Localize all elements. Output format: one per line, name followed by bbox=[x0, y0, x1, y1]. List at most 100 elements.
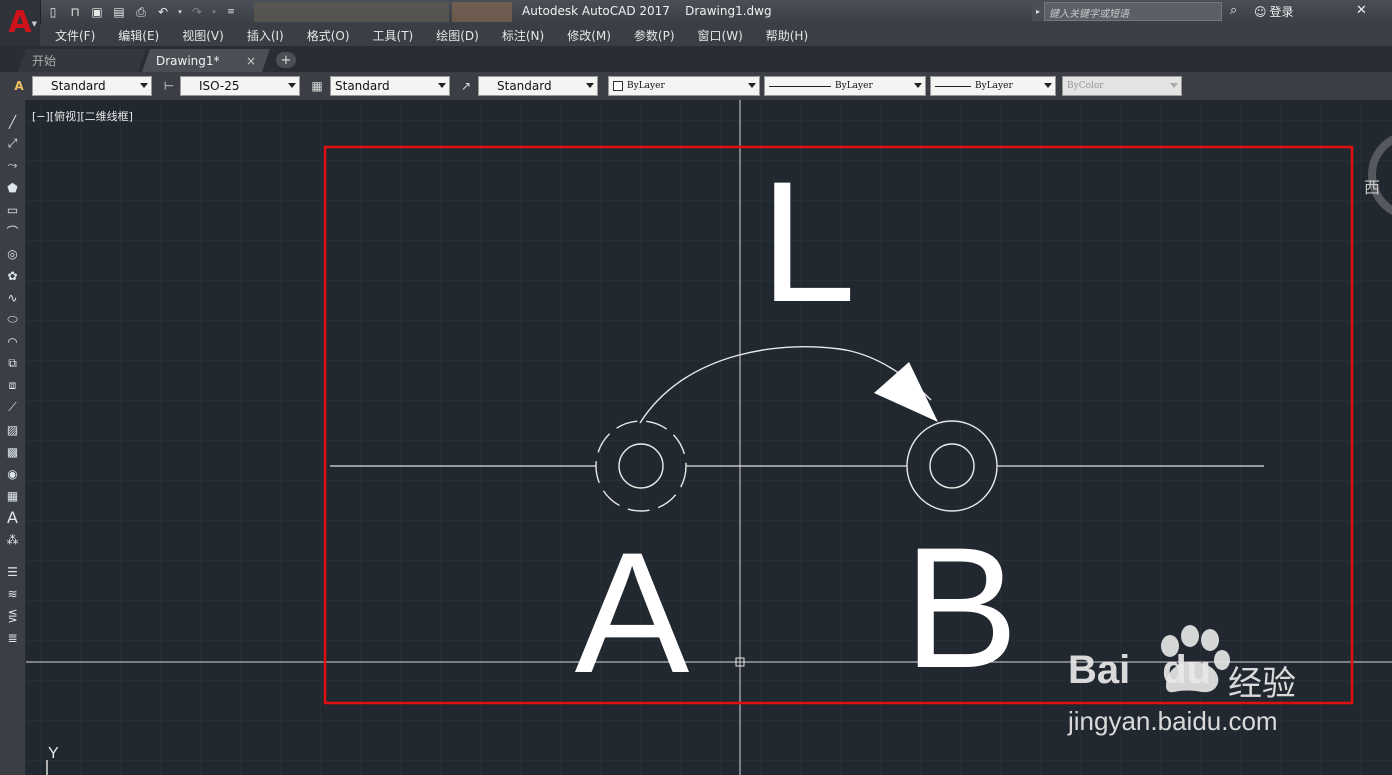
lineweight-select[interactable]: ByLayer bbox=[930, 76, 1056, 96]
circle-icon[interactable]: ◎ bbox=[3, 244, 22, 263]
gradient-icon[interactable]: ▩ bbox=[3, 442, 22, 461]
chevron-down-icon: ▼ bbox=[31, 20, 37, 28]
dim-style-value: ISO-25 bbox=[199, 79, 240, 93]
ellipse-arc-icon[interactable]: ◠ bbox=[3, 332, 22, 351]
menu-tools[interactable]: 工具(T) bbox=[373, 27, 414, 44]
user-icon: ☺ bbox=[1254, 4, 1267, 19]
polygon-icon[interactable]: ⬟ bbox=[3, 178, 22, 197]
menu-bar: 文件(F) 编辑(E) 视图(V) 插入(I) 格式(O) 工具(T) 绘图(D… bbox=[40, 24, 1392, 46]
undo-dropdown-icon[interactable]: ▾ bbox=[176, 3, 184, 21]
new-tab-button[interactable]: + bbox=[276, 52, 296, 68]
watermark-bai: Bai bbox=[1068, 648, 1131, 692]
tab-drawing1[interactable]: Drawing1* × bbox=[142, 49, 270, 72]
menu-dimension[interactable]: 标注(N) bbox=[502, 27, 544, 44]
table-icon[interactable]: ▦ bbox=[3, 486, 22, 505]
table-style-value: Standard bbox=[335, 79, 390, 93]
linetype-select[interactable]: ByLayer bbox=[764, 76, 926, 96]
save-icon[interactable]: ▣ bbox=[88, 3, 106, 21]
menu-format[interactable]: 格式(O) bbox=[307, 27, 350, 44]
linetype-value: ByLayer bbox=[835, 81, 873, 91]
plot-style-value: ByColor bbox=[1067, 81, 1104, 91]
taskbar-blur bbox=[254, 2, 449, 22]
lineweight-value: ByLayer bbox=[975, 81, 1013, 91]
baidu-watermark-url: jingyan.baidu.com bbox=[1068, 706, 1278, 736]
print-icon[interactable]: ⎙ bbox=[132, 3, 150, 21]
tab-start-label: 开始 bbox=[32, 54, 57, 68]
close-tab-icon[interactable]: × bbox=[246, 54, 256, 68]
spline-icon[interactable]: ∿ bbox=[3, 288, 22, 307]
file-tab-bar: 开始 Drawing1* × bbox=[0, 46, 1392, 72]
table-style-select[interactable]: Standard bbox=[330, 76, 450, 96]
binoculars-icon[interactable]: ⌕ bbox=[1230, 3, 1237, 18]
insert-block-icon[interactable]: ⧉ bbox=[3, 354, 22, 373]
construction-line-icon[interactable]: ⤢ bbox=[3, 134, 22, 153]
customize-qat-icon[interactable]: ≡ bbox=[222, 3, 240, 21]
hatch-icon[interactable]: ▨ bbox=[3, 420, 22, 439]
open-folder-icon[interactable]: ⊓ bbox=[66, 3, 84, 21]
baidu-paw-icon bbox=[1161, 625, 1230, 693]
multileader-style-select[interactable]: Standard bbox=[478, 76, 598, 96]
window-title: Autodesk AutoCAD 2017 Drawing1.dwg bbox=[522, 4, 772, 18]
linetype-preview bbox=[769, 85, 831, 87]
line-icon[interactable]: ╱ bbox=[3, 112, 22, 131]
make-block-icon[interactable]: ⧈ bbox=[3, 376, 22, 395]
region-icon[interactable]: ◉ bbox=[3, 464, 22, 483]
sign-in-label: 登录 bbox=[1269, 5, 1294, 19]
menu-insert[interactable]: 插入(I) bbox=[247, 27, 284, 44]
layer-isolate-icon[interactable]: ≣ bbox=[3, 628, 22, 647]
multileader-style-icon[interactable]: ↗ bbox=[457, 77, 475, 95]
menu-help[interactable]: 帮助(H) bbox=[766, 27, 808, 44]
quick-access-toolbar: ▯ ⊓ ▣ ▤ ⎙ ↶ ▾ ↷ ▾ ≡ bbox=[44, 2, 240, 22]
title-bar: ▯ ⊓ ▣ ▤ ⎙ ↶ ▾ ↷ ▾ ≡ Autodesk AutoCAD 201… bbox=[0, 0, 1392, 24]
dim-style-icon[interactable]: ⊢ bbox=[160, 77, 178, 95]
sign-in-button[interactable]: ☺ 登录 bbox=[1254, 3, 1294, 20]
arc-icon[interactable]: ⌒ bbox=[3, 222, 22, 241]
menu-parametric[interactable]: 参数(P) bbox=[634, 27, 675, 44]
ucs-y-label: Y bbox=[48, 745, 59, 762]
dim-style-select[interactable]: ISO-25 bbox=[180, 76, 300, 96]
new-file-icon[interactable]: ▯ bbox=[44, 3, 62, 21]
label-a: A bbox=[575, 517, 690, 709]
tab-drawing1-label: Drawing1* bbox=[156, 53, 220, 68]
styles-toolbar: A Standard ⊢ ISO-25 ▦ Standard ↗ Standar… bbox=[0, 72, 1392, 101]
rectangle-icon[interactable]: ▭ bbox=[3, 200, 22, 219]
taskbar-blur-2 bbox=[452, 2, 512, 22]
layer-previous-icon[interactable]: ⋚ bbox=[3, 606, 22, 625]
viewport-controls[interactable]: [−][俯视][二维线框] bbox=[32, 108, 133, 124]
tab-start[interactable]: 开始 bbox=[18, 49, 146, 72]
menu-file[interactable]: 文件(F) bbox=[55, 27, 95, 44]
label-l: L bbox=[760, 146, 856, 338]
table-style-icon[interactable]: ▦ bbox=[308, 77, 326, 95]
menu-view[interactable]: 视图(V) bbox=[182, 27, 224, 44]
menu-modify[interactable]: 修改(M) bbox=[567, 27, 611, 44]
text-style-value: Standard bbox=[51, 79, 106, 93]
revision-cloud-icon[interactable]: ✿ bbox=[3, 266, 22, 285]
menu-edit[interactable]: 编辑(E) bbox=[118, 27, 159, 44]
polyline-icon[interactable]: ⤳ bbox=[3, 156, 22, 175]
ellipse-icon[interactable]: ⬭ bbox=[3, 310, 22, 329]
search-expand-icon[interactable]: ▸ bbox=[1032, 2, 1044, 21]
layer-properties-icon[interactable]: ☰ bbox=[3, 562, 22, 581]
add-selected-icon[interactable]: ⁂ bbox=[3, 530, 22, 549]
redo-icon[interactable]: ↷ bbox=[188, 3, 206, 21]
point-icon[interactable]: ⟋ bbox=[3, 398, 22, 417]
layer-state-icon[interactable]: ≋ bbox=[3, 584, 22, 603]
color-select[interactable]: ByLayer bbox=[608, 76, 760, 96]
undo-icon[interactable]: ↶ bbox=[154, 3, 172, 21]
multiline-text-icon[interactable]: A bbox=[3, 508, 22, 527]
multileader-style-value: Standard bbox=[497, 79, 552, 93]
color-swatch bbox=[613, 81, 623, 91]
search-input[interactable]: 键入关键字或短语 bbox=[1044, 2, 1222, 21]
text-style-select[interactable]: Standard bbox=[32, 76, 152, 96]
color-value: ByLayer bbox=[627, 81, 665, 91]
menu-window[interactable]: 窗口(W) bbox=[698, 27, 743, 44]
save-as-icon[interactable]: ▤ bbox=[110, 3, 128, 21]
lineweight-preview bbox=[935, 85, 971, 87]
autocad-logo-icon: A bbox=[8, 5, 32, 40]
text-style-icon[interactable]: A bbox=[10, 77, 28, 95]
viewcube-west-label[interactable]: 西 bbox=[1364, 174, 1380, 198]
x-icon[interactable]: ✕ bbox=[1356, 3, 1367, 18]
redo-dropdown-icon[interactable]: ▾ bbox=[210, 3, 218, 21]
menu-draw[interactable]: 绘图(D) bbox=[436, 27, 479, 44]
application-menu-button[interactable]: A ▼ bbox=[0, 0, 41, 46]
